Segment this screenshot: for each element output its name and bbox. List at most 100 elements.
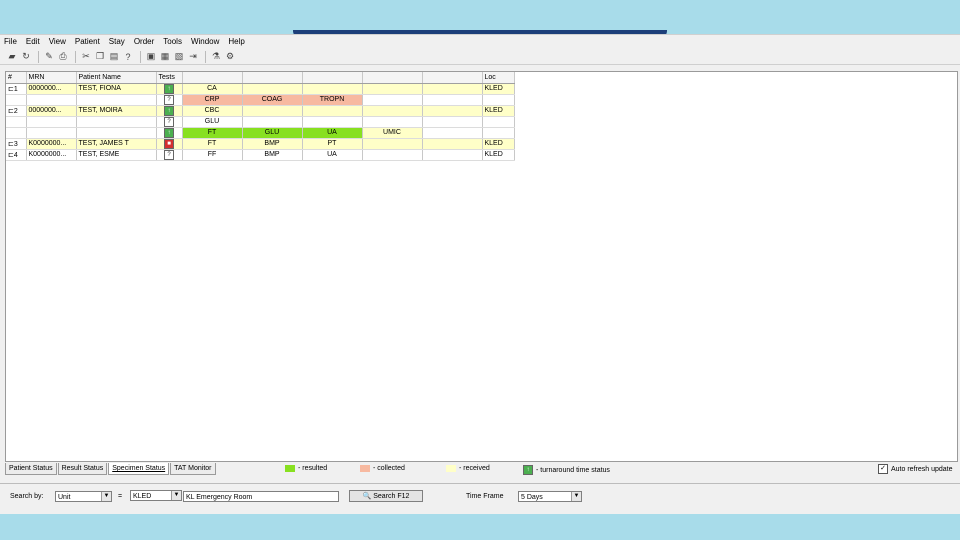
test-cell[interactable] (422, 105, 483, 117)
menu-tools[interactable]: Tools (163, 37, 182, 46)
status-cell[interactable]: ↑ (156, 83, 183, 95)
test-cell[interactable] (302, 83, 363, 95)
turnaround-status-icon[interactable]: ↑ (164, 105, 174, 115)
menu-order[interactable]: Order (134, 37, 154, 46)
menu-patient[interactable]: Patient (75, 37, 100, 46)
help-pointer-icon[interactable]: ? (122, 51, 134, 63)
test-cell[interactable] (422, 116, 483, 128)
auto-refresh-checkbox[interactable]: ✓ Auto refresh update (878, 464, 953, 474)
edit-icon[interactable]: ✎ (43, 51, 55, 63)
test-cell[interactable]: CRP (182, 94, 243, 106)
copy-icon[interactable]: ❐ (94, 51, 106, 63)
tile-icon[interactable]: ▦ (159, 51, 171, 63)
menu-window[interactable]: Window (191, 37, 219, 46)
menu-file[interactable]: File (4, 37, 17, 46)
test-cell[interactable] (242, 116, 303, 128)
specimen-icon[interactable]: ⚗ (210, 51, 222, 63)
row-number: 4 (13, 151, 18, 159)
column-header-number[interactable]: # (6, 72, 27, 84)
turnaround-status-icon[interactable]: ↑ (164, 127, 174, 137)
test-cell[interactable]: BMP (242, 138, 303, 150)
table-row[interactable]: ? CRP COAG TROPN (6, 94, 515, 106)
refresh-icon[interactable]: ↻ (20, 51, 32, 63)
table-row[interactable]: ⊏3 K0000000... TEST, JAMES T ■ FT BMP PT KLED (6, 138, 515, 150)
chevron-down-icon[interactable]: ▼ (171, 491, 181, 500)
test-cell[interactable]: FT (182, 127, 243, 139)
turnaround-status-icon[interactable]: ? (164, 116, 174, 126)
test-cell[interactable] (422, 83, 483, 95)
cut-icon[interactable]: ✂ (80, 51, 92, 63)
open-folder-icon[interactable]: ▰ (6, 51, 18, 63)
tab-tat-monitor[interactable]: TAT Monitor (170, 463, 216, 475)
column-header-location[interactable]: Loc (482, 72, 515, 84)
turnaround-status-icon[interactable]: ? (164, 94, 174, 104)
test-cell[interactable] (242, 105, 303, 117)
test-cell[interactable] (362, 94, 423, 106)
test-cell[interactable]: UA (302, 127, 363, 139)
test-cell[interactable] (422, 127, 483, 139)
unit-select[interactable]: KLED ▼ (130, 490, 182, 501)
test-cell[interactable]: PT (302, 138, 363, 150)
chevron-down-icon[interactable]: ▼ (101, 492, 111, 501)
status-cell[interactable]: ? (156, 149, 183, 161)
test-cell[interactable] (422, 138, 483, 150)
test-cell[interactable] (422, 94, 483, 106)
test-cell[interactable]: UMIC (362, 127, 423, 139)
test-cell[interactable] (362, 138, 423, 150)
test-cell[interactable]: FT (182, 138, 243, 150)
table-row[interactable]: ? GLU (6, 116, 515, 128)
test-cell[interactable] (242, 83, 303, 95)
test-cell[interactable]: TROPN (302, 94, 363, 106)
test-cell[interactable]: GLU (182, 116, 243, 128)
window-icon[interactable]: ▣ (145, 51, 157, 63)
test-cell[interactable] (362, 83, 423, 95)
test-cell[interactable]: GLU (242, 127, 303, 139)
turnaround-status-icon[interactable]: ? (164, 149, 174, 159)
status-cell[interactable]: ? (156, 94, 183, 106)
legend-turnaround: ↑ - turnaround time status (523, 465, 610, 475)
cascade-icon[interactable]: ▧ (173, 51, 185, 63)
column-header-tests[interactable]: Tests (156, 72, 183, 84)
tab-specimen-status[interactable]: Specimen Status (108, 463, 170, 475)
test-cell[interactable]: UA (302, 149, 363, 161)
table-row[interactable]: ⊏4 K0000000... TEST, ESME? FF BMP UA KLED (6, 149, 515, 161)
menu-stay[interactable]: Stay (109, 37, 125, 46)
settings-icon[interactable]: ⚙ (224, 51, 236, 63)
table-row[interactable]: ⊏1 0000000... TEST, FIONA ↑ CA KLED (6, 83, 515, 95)
test-cell[interactable]: CBC (182, 105, 243, 117)
test-cell[interactable]: CA (182, 83, 243, 95)
status-cell[interactable]: ↑ (156, 105, 183, 117)
test-cell[interactable]: FF (182, 149, 243, 161)
table-row[interactable]: ⊏2 0000000... TEST, MOIRA ↑ CBC KLED (6, 105, 515, 117)
checkmark-icon[interactable]: ✓ (878, 464, 888, 474)
test-cell[interactable] (422, 149, 483, 161)
column-header-patient-name[interactable]: Patient Name (76, 72, 157, 84)
search-button[interactable]: 🔍 Search F12 (349, 490, 423, 502)
print-icon[interactable]: ⎙ (57, 51, 69, 63)
test-cell[interactable]: COAG (242, 94, 303, 106)
test-cell[interactable] (362, 105, 423, 117)
table-row[interactable]: ↑ FT GLU UA UMIC (6, 127, 515, 139)
status-cell[interactable]: ? (156, 116, 183, 128)
row-number-cell: ⊏2 (6, 105, 27, 117)
tab-patient-status[interactable]: Patient Status (5, 463, 57, 475)
test-cell[interactable] (302, 116, 363, 128)
column-header-mrn[interactable]: MRN (26, 72, 77, 84)
turnaround-status-icon[interactable]: ↑ (164, 83, 174, 93)
menu-help[interactable]: Help (228, 37, 244, 46)
menu-view[interactable]: View (49, 37, 66, 46)
time-frame-select[interactable]: 5 Days ▼ (518, 491, 582, 502)
search-by-select[interactable]: Unit ▼ (55, 491, 112, 502)
test-cell[interactable]: BMP (242, 149, 303, 161)
test-cell[interactable] (302, 105, 363, 117)
tab-result-status[interactable]: Result Status (57, 463, 108, 475)
paste-icon[interactable]: ▤ (108, 51, 120, 63)
test-cell[interactable] (362, 149, 423, 161)
status-cell[interactable]: ■ (156, 138, 183, 150)
arrow-right-icon[interactable]: ⇥ (187, 51, 199, 63)
status-cell[interactable]: ↑ (156, 127, 183, 139)
test-cell[interactable] (362, 116, 423, 128)
chevron-down-icon[interactable]: ▼ (571, 492, 581, 501)
menu-edit[interactable]: Edit (26, 37, 40, 46)
turnaround-status-icon[interactable]: ■ (164, 138, 174, 148)
